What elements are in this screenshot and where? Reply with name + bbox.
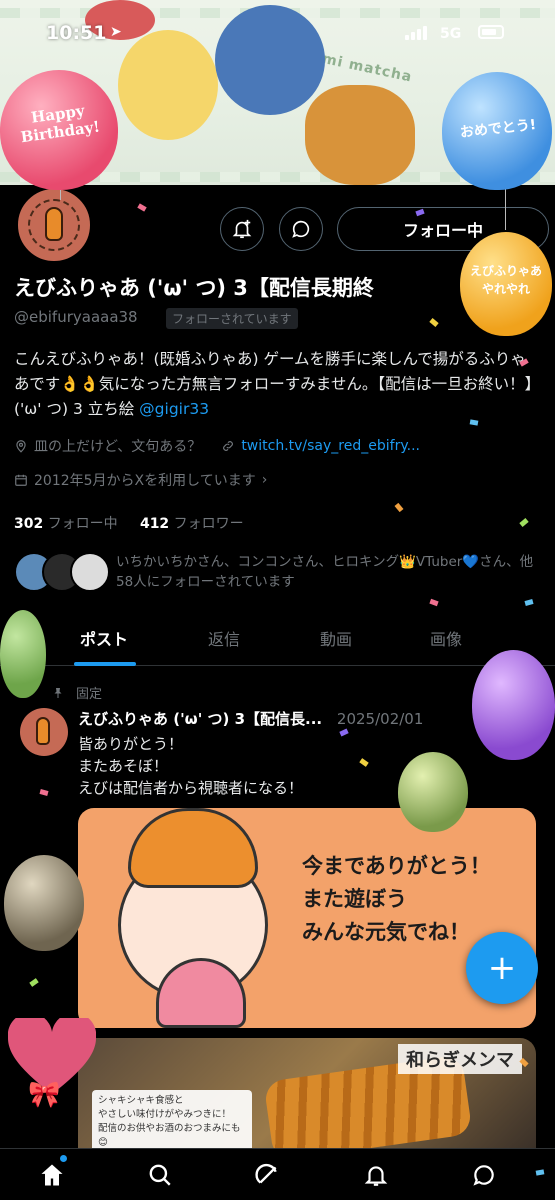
profile-display-name: えびふりゃあ ('ω' つ) 3【配信長期終 bbox=[14, 276, 374, 300]
balloon-purple bbox=[472, 650, 555, 760]
profile-handle: @ebifuryaaaa38 bbox=[14, 308, 138, 326]
post-author-avatar[interactable] bbox=[20, 708, 68, 756]
second-image-title: 和らぎメンマ bbox=[398, 1044, 522, 1074]
compose-post-button[interactable]: + bbox=[466, 932, 538, 1004]
followed-by-text: いちかいちかさん、コンコンさん、ヒロキング👑VTuber💙さん、他58人にフォロ… bbox=[116, 554, 534, 590]
grok-icon bbox=[255, 1163, 277, 1184]
bio-text: こんえびふりゃあ！(既婚ふりゃあ) ゲームを勝手に楽しんで揚がるふりゃあです👌👌… bbox=[14, 350, 533, 418]
followed-by-row[interactable]: いちかいちかさん、コンコンさん、ヒロキング👑VTuber💙さん、他58人にフォロ… bbox=[14, 552, 544, 596]
confetti bbox=[519, 518, 529, 527]
balloon-olive bbox=[398, 752, 468, 832]
image-text-line: みんな元気でね！ bbox=[302, 920, 470, 944]
confetti bbox=[39, 789, 49, 796]
profile-stats: 302 フォロー中 412 フォロワー bbox=[14, 513, 244, 533]
notifications-icon bbox=[364, 1166, 388, 1186]
location-pin-icon bbox=[16, 440, 26, 453]
post-line: 皆ありがとう！ bbox=[78, 735, 184, 753]
status-bar: 10:51 ➤ 5G bbox=[0, 0, 555, 60]
profile-bio: こんえびふりゃあ！(既婚ふりゃあ) ゲームを勝手に楽しんで揚がるふりゃあです👌👌… bbox=[14, 347, 534, 422]
pin-icon bbox=[54, 687, 62, 698]
profile-joined: 2012年5月からXを利用しています bbox=[34, 473, 256, 489]
caption-line: シャキシャキ食感と bbox=[98, 1095, 184, 1106]
messages-icon bbox=[473, 1165, 494, 1186]
confetti bbox=[339, 728, 349, 737]
caption-line: やさしい味付けがやみつきに！ bbox=[98, 1109, 232, 1120]
avatar-shrimp bbox=[45, 207, 63, 241]
nav-grok[interactable] bbox=[252, 1159, 284, 1191]
nav-search[interactable] bbox=[144, 1159, 176, 1191]
image-text-line: また遊ぼう bbox=[302, 887, 407, 911]
confetti bbox=[469, 419, 479, 426]
following-label: フォロー中 bbox=[47, 516, 118, 532]
message-icon bbox=[292, 220, 310, 238]
pinned-label: 固定 bbox=[76, 687, 103, 702]
followers-label: フォロワー bbox=[173, 516, 244, 532]
image-message: 今までありがとう！ また遊ぼう みんな元気でね！ bbox=[302, 850, 491, 949]
banner-character-nugget bbox=[305, 85, 415, 185]
status-time: 10:51 bbox=[46, 22, 107, 44]
following-stat[interactable]: 302 フォロー中 bbox=[14, 516, 118, 532]
home-icon bbox=[41, 1164, 63, 1186]
followers-stat[interactable]: 412 フォロワー bbox=[140, 516, 244, 532]
notify-button[interactable] bbox=[220, 207, 264, 251]
chevron-right-icon: › bbox=[261, 472, 268, 488]
balloon-smoky bbox=[4, 855, 84, 951]
profile-avatar[interactable] bbox=[14, 185, 94, 265]
profile-joined-row[interactable]: 2012年5月からXを利用しています › bbox=[14, 470, 267, 490]
confetti bbox=[524, 599, 534, 606]
post-line: えびは配信者から視聴者になる！ bbox=[78, 779, 304, 797]
following-count: 302 bbox=[14, 516, 44, 532]
signal-icon bbox=[405, 26, 427, 40]
balloon-green bbox=[0, 610, 46, 698]
profile-website-link[interactable]: twitch.tv/say_red_ebifry... bbox=[241, 438, 420, 454]
tab-images[interactable]: 画像 bbox=[430, 626, 462, 650]
bow-decoration: 🎀 bbox=[28, 1080, 61, 1110]
follower-avatar bbox=[70, 552, 110, 592]
message-button[interactable] bbox=[279, 207, 323, 251]
confetti bbox=[29, 978, 39, 987]
profile-tabs: ポスト 返信 動画 画像 bbox=[0, 612, 555, 666]
home-unread-dot bbox=[60, 1155, 67, 1162]
battery-icon bbox=[478, 25, 504, 39]
confetti bbox=[429, 318, 439, 327]
network-type: 5G bbox=[440, 26, 462, 42]
confetti bbox=[359, 758, 369, 767]
post-image[interactable]: 今までありがとう！ また遊ぼう みんな元気でね！ bbox=[78, 808, 536, 1028]
post-body: 皆ありがとう！ またあそぼ！ えびは配信者から視聴者になる！ bbox=[78, 733, 303, 799]
location-arrow-icon: ➤ bbox=[110, 24, 122, 40]
search-icon bbox=[149, 1164, 171, 1186]
image-text-line: 今までありがとう！ bbox=[302, 854, 491, 878]
profile-location: 皿の上だけど、文句ある？ bbox=[34, 439, 202, 455]
post-line: またあそぼ！ bbox=[78, 757, 169, 775]
second-image-caption: シャキシャキ食感と やさしい味付けがやみつきに！ 配信のお供やお酒のおつまみにも… bbox=[92, 1090, 252, 1148]
confetti bbox=[137, 203, 147, 212]
link-icon bbox=[223, 441, 234, 451]
nav-home[interactable] bbox=[36, 1159, 68, 1191]
bottom-navigation bbox=[0, 1148, 555, 1200]
confetti bbox=[429, 598, 439, 607]
post-header: えびふりゃあ ('ω' つ) 3【配信長... 2025/02/01 bbox=[78, 708, 423, 729]
second-post-image[interactable]: 和らぎメンマ シャキシャキ食感と やさしい味付けがやみつきに！ 配信のお供やお酒… bbox=[78, 1038, 536, 1148]
post-date: 2025/02/01 bbox=[336, 710, 424, 728]
confetti bbox=[394, 502, 404, 513]
nav-messages[interactable] bbox=[468, 1159, 500, 1191]
tab-posts[interactable]: ポスト bbox=[80, 626, 128, 650]
followers-count: 412 bbox=[139, 516, 170, 532]
tab-replies[interactable]: 返信 bbox=[208, 626, 240, 650]
follows-you-badge: フォローされています bbox=[166, 308, 298, 329]
yareyare-text: えびふりゃあ やれやれ bbox=[469, 264, 542, 296]
calendar-icon bbox=[15, 474, 27, 486]
avatar-shrimp bbox=[36, 717, 50, 745]
image-character-hair bbox=[128, 808, 258, 888]
bell-plus-icon bbox=[232, 219, 252, 239]
post-author-name[interactable]: えびふりゃあ ('ω' つ) 3【配信長... bbox=[78, 710, 322, 728]
bio-mention-link[interactable]: @gigir33 bbox=[139, 400, 209, 418]
tab-videos[interactable]: 動画 bbox=[320, 626, 352, 650]
active-tab-indicator bbox=[74, 662, 136, 666]
pinned-label-row: 固定 bbox=[52, 683, 102, 702]
profile-meta-row: 皿の上だけど、文句ある？ twitch.tv/say_red_ebifry... bbox=[14, 436, 420, 456]
caption-line: 配信のお供やお酒のおつまみにも😊 bbox=[98, 1123, 241, 1148]
nav-notifications[interactable] bbox=[360, 1159, 392, 1191]
